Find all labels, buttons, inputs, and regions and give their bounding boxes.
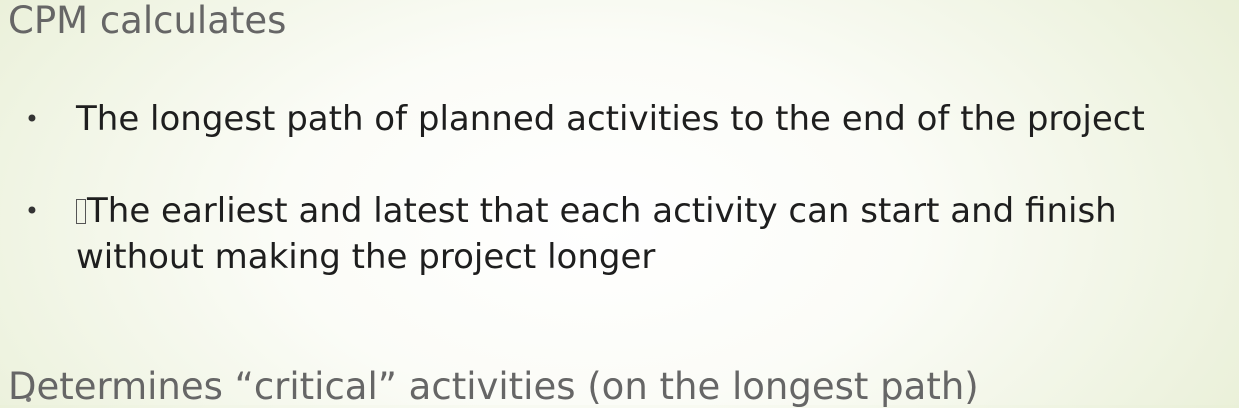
heading-cpm-calculates: CPM calculates [8,0,287,42]
bullet-marker-icon [26,397,31,402]
bullet-icon: • [24,105,40,133]
bullet-item-longest-path: • The longest path of planned activities… [0,96,1239,142]
bullet-icon: • [24,197,40,225]
heading-determines-critical: Determines “critical” activities (on the… [8,365,979,408]
missing-glyph-icon [76,199,86,224]
bullet-text: The earliest and latest that each activi… [76,191,1117,277]
bullet-list: • The longest path of planned activities… [0,96,1239,280]
bullet-item-earliest-latest: • The earliest and latest that each acti… [0,188,1239,280]
bullet-text: The longest path of planned activities t… [76,99,1145,139]
